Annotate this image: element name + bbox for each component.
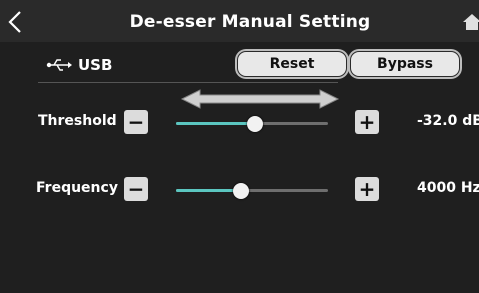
- frequency-label: Frequency: [36, 180, 118, 196]
- home-icon[interactable]: [462, 12, 479, 32]
- threshold-decrease-button[interactable]: −: [124, 110, 148, 134]
- threshold-control: Threshold − + -32.0 dB: [0, 108, 479, 138]
- frequency-decrease-button[interactable]: −: [124, 177, 148, 201]
- minus-icon: −: [127, 110, 145, 134]
- plus-icon: +: [358, 177, 376, 201]
- drag-hint-arrow-icon: [180, 89, 340, 109]
- frequency-value: 4000 Hz: [417, 180, 479, 196]
- back-chevron-icon[interactable]: [4, 8, 28, 36]
- bypass-button[interactable]: Bypass: [351, 52, 459, 76]
- threshold-slider[interactable]: [176, 116, 328, 132]
- page-title: De-esser Manual Setting: [129, 12, 371, 32]
- header-bar: De-esser Manual Setting: [0, 0, 479, 42]
- threshold-label: Threshold: [38, 113, 117, 129]
- threshold-slider-fill: [176, 122, 256, 125]
- plus-icon: +: [358, 110, 376, 134]
- frequency-control: Frequency − + 4000 Hz: [0, 175, 479, 205]
- source-label: USB: [78, 56, 113, 74]
- minus-icon: −: [127, 177, 145, 201]
- usb-icon: [46, 59, 72, 71]
- threshold-increase-button[interactable]: +: [355, 110, 379, 134]
- frequency-slider-fill: [176, 189, 242, 192]
- frequency-slider[interactable]: [176, 183, 328, 199]
- threshold-value: -32.0 dB: [417, 113, 479, 129]
- screen: De-esser Manual Setting USB Reset Bypass…: [0, 0, 479, 293]
- frequency-increase-button[interactable]: +: [355, 177, 379, 201]
- divider: [38, 82, 338, 83]
- reset-button[interactable]: Reset: [238, 52, 346, 76]
- threshold-slider-knob[interactable]: [247, 116, 264, 132]
- frequency-slider-knob[interactable]: [233, 183, 250, 199]
